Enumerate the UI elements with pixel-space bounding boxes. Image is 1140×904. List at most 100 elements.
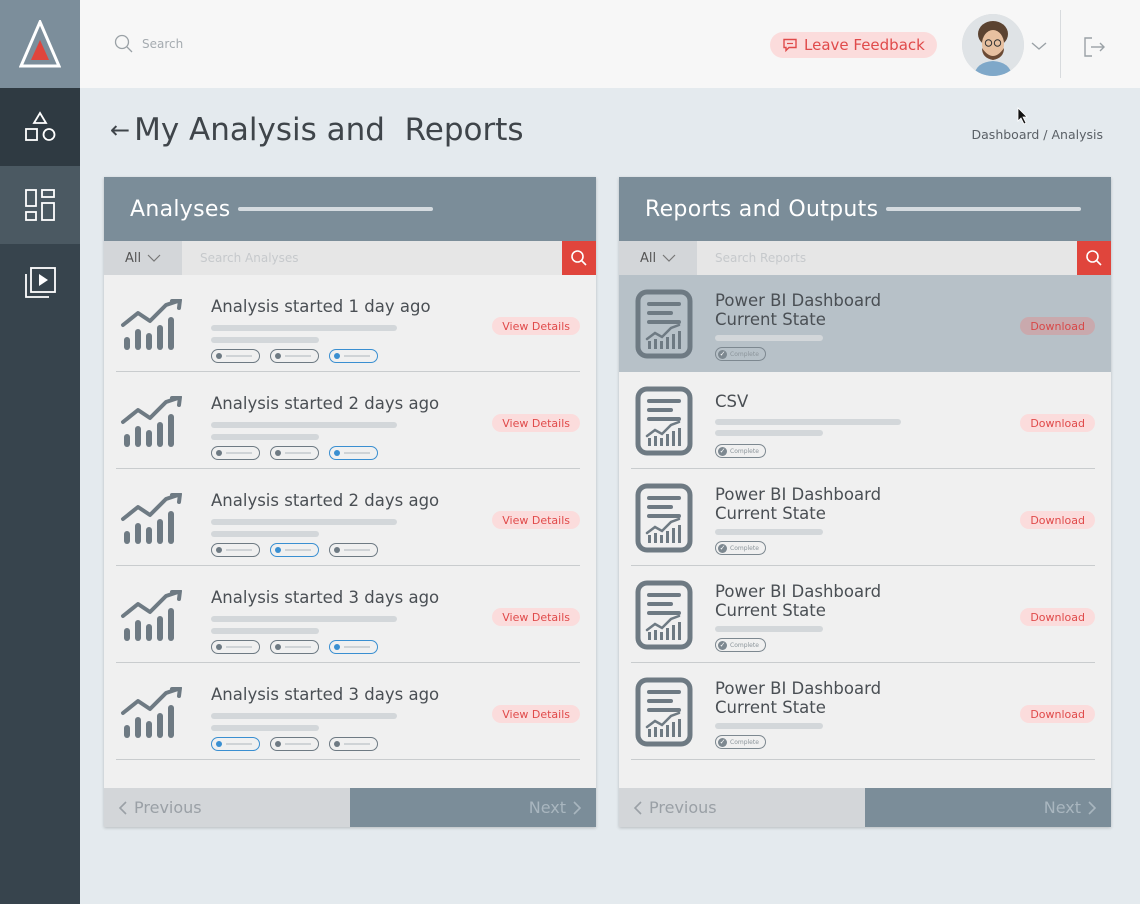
status-toggle[interactable] xyxy=(211,446,260,460)
back-arrow-icon[interactable]: ← xyxy=(110,116,130,144)
analyses-prev-button[interactable]: Previous xyxy=(104,788,350,827)
comment-icon xyxy=(783,38,797,52)
analysis-chart-icon xyxy=(121,395,182,447)
report-row[interactable]: Power BI Dashboard Current State ✓ Compl… xyxy=(631,566,1095,663)
status-toggle[interactable] xyxy=(329,349,378,363)
analysis-chart xyxy=(120,686,184,743)
report-document xyxy=(635,386,693,460)
status-toggle[interactable] xyxy=(211,640,260,654)
view-details-button[interactable]: View Details xyxy=(492,608,580,626)
check-icon: ✓ xyxy=(718,349,727,359)
complete-badge: ✓ Complete xyxy=(715,735,766,749)
reports-filter-bar: All xyxy=(619,241,1111,275)
analyses-filter-bar: All xyxy=(104,241,596,275)
status-toggle[interactable] xyxy=(270,543,319,557)
analysis-row[interactable]: Analysis started 2 days ago View Details xyxy=(116,372,580,469)
shapes-icon xyxy=(25,111,56,141)
chevron-down-icon[interactable] xyxy=(1030,40,1048,52)
view-details-button[interactable]: View Details xyxy=(492,511,580,529)
check-icon: ✓ xyxy=(718,737,727,747)
next-label: Next xyxy=(1043,798,1081,817)
search-input[interactable] xyxy=(142,37,342,51)
analysis-chart xyxy=(120,298,184,355)
placeholder-line xyxy=(715,335,823,341)
user-avatar[interactable] xyxy=(962,14,1024,76)
placeholder-line xyxy=(211,628,319,634)
chevron-down-icon xyxy=(662,254,676,262)
status-toggle[interactable] xyxy=(270,349,319,363)
reports-list: Power BI Dashboard Current State ✓ Compl… xyxy=(619,275,1111,788)
global-search[interactable] xyxy=(114,34,342,54)
analyses-search-button[interactable] xyxy=(562,241,596,275)
report-row[interactable]: Power BI Dashboard Current State ✓ Compl… xyxy=(631,663,1095,760)
reports-filter-dropdown[interactable]: All xyxy=(619,241,697,275)
analyses-search-input[interactable] xyxy=(182,241,562,275)
analysis-chart-icon xyxy=(121,298,182,350)
download-button[interactable]: Download xyxy=(1020,317,1095,335)
analysis-chart-icon xyxy=(121,492,182,544)
status-toggle[interactable] xyxy=(270,446,319,460)
analysis-title: Analysis started 2 days ago xyxy=(211,491,440,510)
prev-label: Previous xyxy=(134,798,202,817)
view-details-button[interactable]: View Details xyxy=(492,414,580,432)
nav-dashboard[interactable] xyxy=(0,166,80,244)
analyses-list: Analysis started 1 day ago View Details … xyxy=(104,275,596,788)
status-toggle[interactable] xyxy=(211,737,260,751)
status-toggle[interactable] xyxy=(211,543,260,557)
analysis-row[interactable]: Analysis started 3 days ago View Details xyxy=(116,663,580,760)
report-document xyxy=(635,677,693,751)
analyses-title: Analyses xyxy=(130,196,231,222)
analysis-row[interactable]: Analysis started 2 days ago View Details xyxy=(116,469,580,566)
placeholder-line xyxy=(211,519,397,525)
reports-pagination: Previous Next xyxy=(619,788,1111,827)
analysis-title: Analysis started 3 days ago xyxy=(211,588,440,607)
app-logo[interactable] xyxy=(0,0,80,88)
chevron-down-icon xyxy=(147,254,161,262)
status-toggle[interactable] xyxy=(270,737,319,751)
report-row[interactable]: Power BI Dashboard Current State ✓ Compl… xyxy=(631,469,1095,566)
nav-shapes[interactable] xyxy=(0,88,80,166)
breadcrumb[interactable]: Dashboard / Analysis xyxy=(972,127,1103,142)
prev-label: Previous xyxy=(649,798,717,817)
view-details-button[interactable]: View Details xyxy=(492,317,580,335)
analysis-title: Analysis started 2 days ago xyxy=(211,394,440,413)
reports-prev-button[interactable]: Previous xyxy=(619,788,865,827)
report-row[interactable]: CSV ✓ Complete Download xyxy=(631,372,1095,469)
status-toggle[interactable] xyxy=(329,446,378,460)
check-icon: ✓ xyxy=(718,640,727,650)
placeholder-line xyxy=(715,723,823,729)
report-document-icon xyxy=(635,483,693,553)
nav-media[interactable] xyxy=(0,244,80,322)
analysis-status-tags xyxy=(211,640,378,654)
badge-label: Complete xyxy=(730,350,759,358)
analysis-chart-icon xyxy=(121,686,182,738)
analysis-title: Analysis started 1 day ago xyxy=(211,297,431,316)
status-toggle[interactable] xyxy=(211,349,260,363)
download-button[interactable]: Download xyxy=(1020,608,1095,626)
badge-label: Complete xyxy=(730,544,759,552)
reports-search-input[interactable] xyxy=(697,241,1077,275)
status-toggle[interactable] xyxy=(270,640,319,654)
analyses-filter-dropdown[interactable]: All xyxy=(104,241,182,275)
view-details-button[interactable]: View Details xyxy=(492,705,580,723)
logout-icon[interactable] xyxy=(1082,36,1106,58)
badge-label: Complete xyxy=(730,738,759,746)
analysis-row[interactable]: Analysis started 3 days ago View Details xyxy=(116,566,580,663)
feedback-label: Leave Feedback xyxy=(804,36,925,54)
play-media-icon xyxy=(25,267,56,298)
download-button[interactable]: Download xyxy=(1020,414,1095,432)
search-icon xyxy=(571,250,587,266)
status-toggle[interactable] xyxy=(329,737,378,751)
reports-next-button[interactable]: Next xyxy=(865,788,1111,827)
status-toggle[interactable] xyxy=(329,543,378,557)
report-row[interactable]: Power BI Dashboard Current State ✓ Compl… xyxy=(619,275,1111,372)
placeholder-line xyxy=(211,434,319,440)
placeholder-line xyxy=(211,713,397,719)
leave-feedback-button[interactable]: Leave Feedback xyxy=(770,32,937,58)
status-toggle[interactable] xyxy=(329,640,378,654)
analysis-row[interactable]: Analysis started 1 day ago View Details xyxy=(116,275,580,372)
download-button[interactable]: Download xyxy=(1020,511,1095,529)
reports-search-button[interactable] xyxy=(1077,241,1111,275)
download-button[interactable]: Download xyxy=(1020,705,1095,723)
analyses-next-button[interactable]: Next xyxy=(350,788,596,827)
